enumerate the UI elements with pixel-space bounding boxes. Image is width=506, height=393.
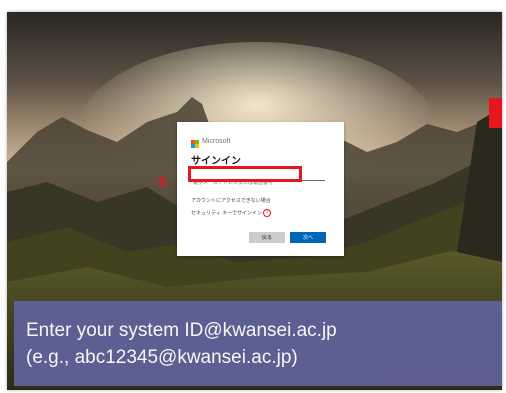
instruction-caption: Enter your system ID@kwansei.ac.jp (e.g.…: [14, 301, 502, 386]
back-button[interactable]: 戻る: [249, 232, 285, 243]
caption-line-1: Enter your system ID@kwansei.ac.jp: [26, 320, 337, 341]
email-field-highlight: [188, 166, 302, 182]
brand-name: Microsoft: [202, 138, 231, 145]
no-access-link[interactable]: アカウントにアクセスできない場合: [191, 197, 271, 204]
caption-line-2: (e.g., abc12345@kwansei.ac.jp): [26, 347, 298, 368]
red-marker: [489, 98, 502, 128]
question-circle-icon[interactable]: ?: [263, 209, 271, 217]
security-key-link-label: セキュリティ キーでサインイン: [191, 210, 262, 217]
next-button[interactable]: 次へ: [290, 232, 326, 243]
security-key-link[interactable]: セキュリティ キーでサインイン?: [191, 209, 271, 217]
microsoft-logo-icon: [191, 140, 199, 148]
signin-title: サインイン: [191, 156, 241, 167]
step-number-badge: ①: [156, 173, 169, 191]
signin-dialog: Microsoft サインイン アカウントにアクセスできない場合 セキュリティ …: [177, 122, 344, 256]
